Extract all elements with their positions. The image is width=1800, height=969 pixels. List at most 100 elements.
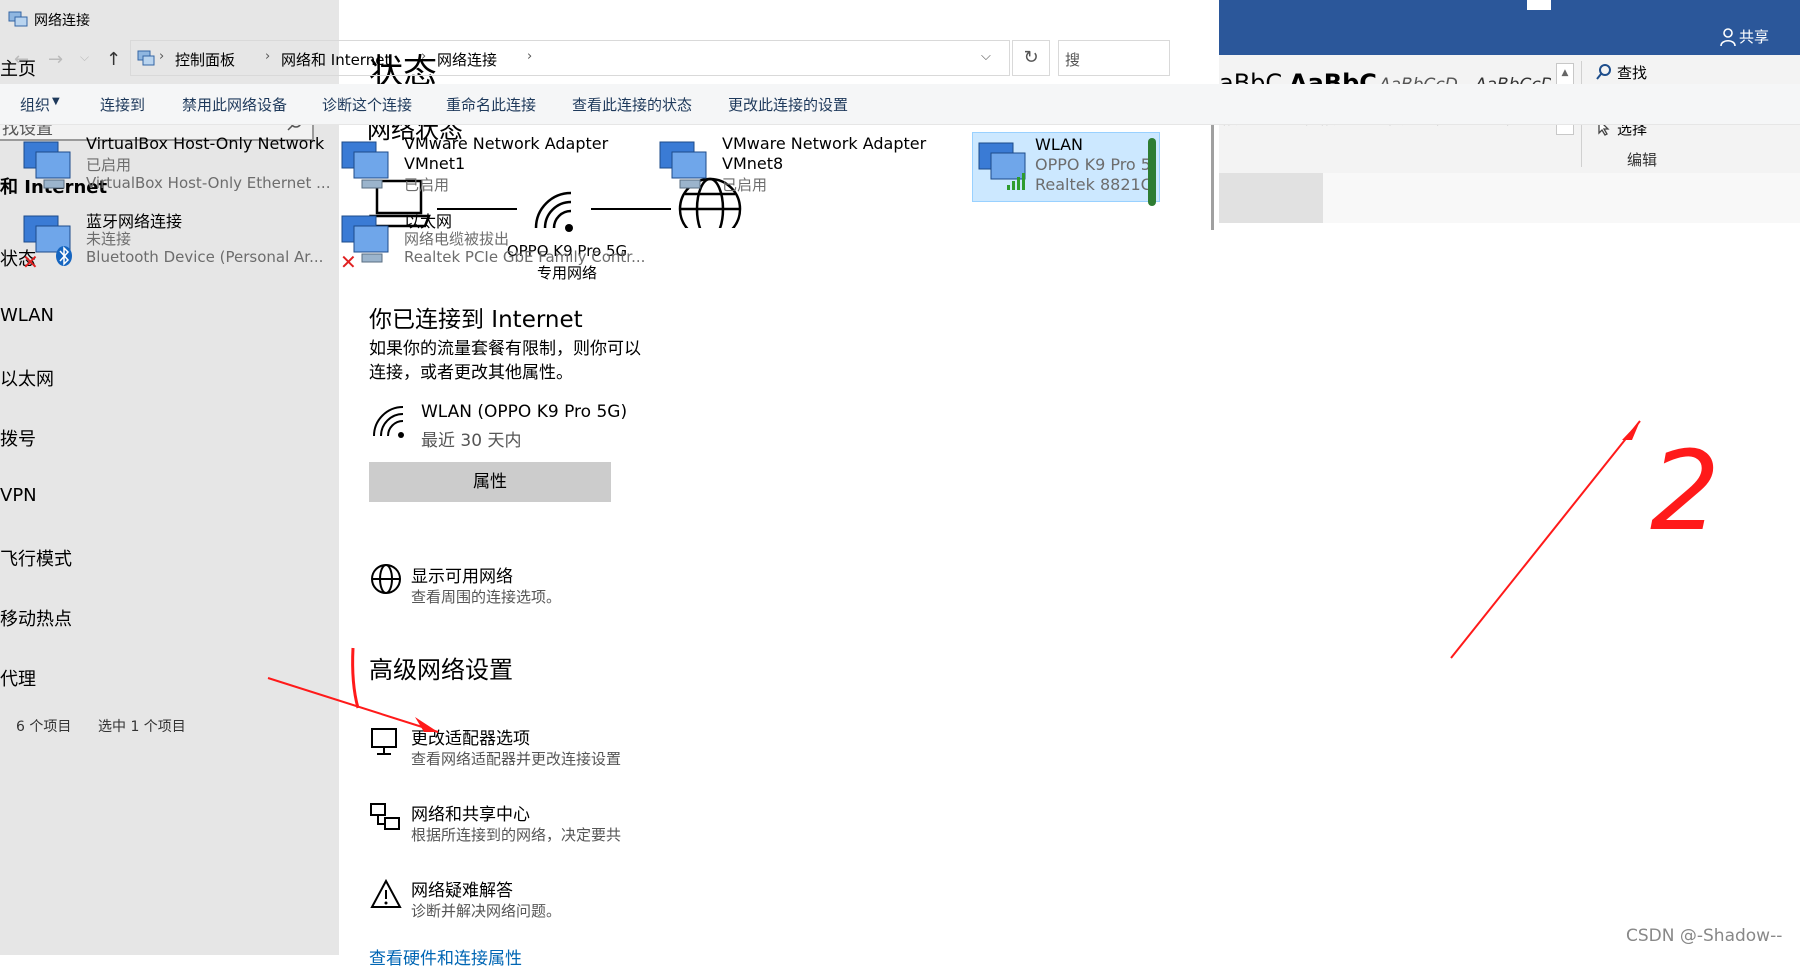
address-dropdown-icon[interactable]: ⌵ xyxy=(981,49,991,64)
item-name-line2: VMnet8 xyxy=(722,154,784,173)
nav-item-airplane[interactable]: 飞行模式 xyxy=(0,545,72,571)
troubleshoot-desc: 诊断并解决网络问题。 xyxy=(411,902,562,920)
word-document-area xyxy=(1219,173,1800,223)
connected-heading: 你已连接到 Internet xyxy=(369,307,583,333)
up-arrow-icon[interactable]: ↑ xyxy=(106,49,121,70)
item-status: 未连接 xyxy=(86,230,132,248)
wifi-adapter-icon xyxy=(978,142,1026,190)
recent-dropdown-icon[interactable]: ⌵ xyxy=(80,50,89,65)
network-adapter-icon xyxy=(341,141,389,189)
properties-button[interactable]: 属性 xyxy=(369,462,611,502)
breadcrumb-network-internet[interactable]: 网络和 Internet xyxy=(281,49,390,70)
list-item[interactable]: ✕ 以太网 网络电缆被拔出 Realtek PCIe GbE Family Co… xyxy=(332,206,646,276)
adapter-options-link[interactable]: 更改适配器选项 xyxy=(411,724,530,749)
breadcrumb-separator-icon: › xyxy=(265,49,271,64)
find-icon xyxy=(1596,64,1611,80)
back-arrow-icon[interactable]: ← xyxy=(14,49,29,70)
warning-icon xyxy=(370,878,402,908)
list-item[interactable]: ✕ 蓝牙网络连接 未连接 Bluetooth Device (Personal … xyxy=(14,206,324,276)
cmd-organize[interactable]: 组织 xyxy=(20,94,50,115)
wlan-connection-name: WLAN (OPPO K9 Pro 5G) xyxy=(421,402,628,422)
editing-group-label: 编辑 xyxy=(1627,151,1658,169)
item-device: Realtek PCIe GbE Family Contr... xyxy=(404,248,646,266)
item-status: 已启用 xyxy=(722,176,768,194)
item-name: VMware Network Adapter xyxy=(404,134,609,153)
cmd-view-status[interactable]: 查看此连接的状态 xyxy=(572,94,692,115)
address-bar[interactable]: › 控制面板 › 网络和 Internet › 网络连接 › ⌵ xyxy=(130,40,1010,76)
item-name: VMware Network Adapter xyxy=(722,134,927,153)
cmd-rename[interactable]: 重命名此连接 xyxy=(446,94,536,115)
annotation-number: 2 xyxy=(1650,427,1720,555)
show-networks-link[interactable]: 显示可用网络 xyxy=(411,562,513,587)
control-panel-icon xyxy=(137,50,155,66)
sharing-center-icon xyxy=(370,803,400,830)
network-folder-icon xyxy=(8,11,28,27)
wlan-usage-period: 最近 30 天内 xyxy=(421,431,522,451)
nav-item-vpn[interactable]: VPN xyxy=(0,485,37,506)
list-item[interactable]: VMware Network Adapter VMnet1 已启用 xyxy=(332,132,642,202)
breadcrumb-separator-icon: › xyxy=(159,49,165,64)
nav-item-proxy[interactable]: 代理 xyxy=(0,665,36,691)
cmd-diagnose[interactable]: 诊断这个连接 xyxy=(322,94,412,115)
scrollbar[interactable] xyxy=(1211,110,1214,230)
network-adapter-icon xyxy=(659,141,707,189)
nav-item-ethernet[interactable]: 以太网 xyxy=(0,365,54,391)
disconnected-icon: ✕ xyxy=(340,250,357,274)
hardware-properties-link[interactable]: 查看硬件和连接属性 xyxy=(369,944,522,969)
item-name: VirtualBox Host-Only Network xyxy=(86,134,325,153)
nav-item-wlan[interactable]: WLAN xyxy=(0,305,54,326)
show-networks-desc: 查看周围的连接选项。 xyxy=(411,588,562,606)
scrollbar-thumb[interactable] xyxy=(1148,138,1156,206)
refresh-icon[interactable]: ↻ xyxy=(1012,40,1050,76)
word-window-control[interactable] xyxy=(1527,0,1551,10)
item-name: WLAN xyxy=(1035,135,1084,154)
breadcrumb-control-panel[interactable]: 控制面板 xyxy=(175,49,235,70)
watermark: CSDN @-Shadow-- xyxy=(1626,926,1783,946)
adapter-options-desc: 查看网络适配器并更改连接设置 xyxy=(411,750,622,768)
list-item-selected[interactable]: WLAN OPPO K9 Pro 5 Realtek 8821C xyxy=(972,132,1160,202)
breadcrumb-separator-icon: › xyxy=(527,49,533,64)
chevron-down-icon: ▼ xyxy=(52,96,60,107)
list-item[interactable]: VMware Network Adapter VMnet8 已启用 xyxy=(650,132,960,202)
troubleshoot-link[interactable]: 网络疑难解答 xyxy=(411,876,513,901)
command-bar: 组织 ▼ 连接到 禁用此网络设备 诊断这个连接 重命名此连接 查看此连接的状态 … xyxy=(0,84,1800,125)
list-item[interactable]: VirtualBox Host-Only Network 已启用 Virtual… xyxy=(14,132,330,202)
person-icon xyxy=(1720,28,1736,47)
network-adapter-icon xyxy=(23,141,71,189)
status-item-count: 6 个项目 xyxy=(16,719,72,735)
item-device: Realtek 8821C xyxy=(1035,175,1152,194)
connected-desc: 连接，或者更改其他属性。 xyxy=(369,363,573,383)
advanced-heading: 高级网络设置 xyxy=(369,656,513,684)
connected-desc: 如果你的流量套餐有限制，则你可以 xyxy=(369,339,641,359)
document-page[interactable] xyxy=(1323,173,1800,223)
wifi-icon xyxy=(373,406,404,438)
disconnected-icon: ✕ xyxy=(22,250,39,274)
share-button[interactable]: 共享 xyxy=(1739,26,1769,47)
nav-item-hotspot[interactable]: 移动热点 xyxy=(0,605,72,631)
nav-item-dialup[interactable]: 拨号 xyxy=(0,425,36,451)
cmd-connect-to[interactable]: 连接到 xyxy=(100,94,145,115)
search-input[interactable]: 搜 xyxy=(1058,40,1170,76)
cmd-change-settings[interactable]: 更改此连接的设置 xyxy=(728,94,848,115)
item-device: VirtualBox Host-Only Ethernet ... xyxy=(86,174,331,192)
breadcrumb-separator-icon: › xyxy=(421,49,427,64)
forward-arrow-icon[interactable]: → xyxy=(48,49,63,70)
item-status: 网络电缆被拔出 xyxy=(404,230,510,248)
word-title-bar: 共享 xyxy=(1219,0,1800,55)
window-title: 网络连接 xyxy=(34,13,90,29)
cmd-disable-device[interactable]: 禁用此网络设备 xyxy=(182,94,287,115)
search-placeholder: 搜 xyxy=(1065,51,1081,69)
find-button[interactable]: 查找 xyxy=(1617,62,1647,83)
sharing-center-desc: 根据所连接到的网络，决定要共 xyxy=(411,826,622,844)
item-name-line2: VMnet1 xyxy=(404,154,466,173)
status-selected-count: 选中 1 个项目 xyxy=(98,719,186,735)
sharing-center-link[interactable]: 网络和共享中心 xyxy=(411,800,530,825)
globe-icon xyxy=(371,564,401,594)
item-device: Bluetooth Device (Personal Ar... xyxy=(86,248,324,266)
breadcrumb-network-connections[interactable]: 网络连接 xyxy=(437,49,497,70)
item-status: 已启用 xyxy=(86,156,132,174)
item-status: 已启用 xyxy=(404,176,450,194)
item-status: OPPO K9 Pro 5 xyxy=(1035,155,1151,174)
annotation-arrow xyxy=(1450,420,1641,659)
adapter-icon xyxy=(371,728,397,755)
